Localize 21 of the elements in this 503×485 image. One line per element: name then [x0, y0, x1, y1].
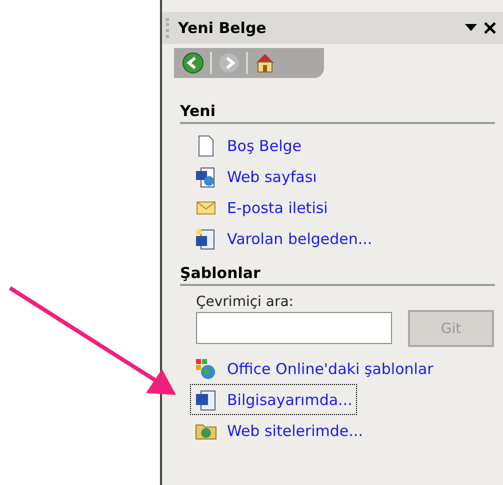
task-link[interactable]: Office Online'daki şablonlar [190, 353, 438, 384]
task-link[interactable]: Varolan belgeden... [190, 223, 378, 254]
office-globe-icon [195, 358, 217, 380]
pane-title: Yeni Belge [178, 19, 268, 37]
dropdown-icon[interactable] [465, 24, 477, 32]
search-field[interactable] [196, 312, 392, 344]
search-label: Çevrimiçi ara: [196, 294, 295, 310]
task-link[interactable]: Bilgisayarımda... [190, 384, 358, 415]
task-link[interactable]: Boş Belge [190, 130, 306, 161]
word-globe-icon [195, 166, 217, 188]
close-icon[interactable] [483, 21, 497, 35]
word-document-icon [195, 388, 217, 410]
home-icon[interactable] [254, 52, 276, 74]
section-heading: Şablonlar [180, 264, 495, 286]
task-link[interactable]: Web sitelerimde... [190, 415, 368, 446]
section-heading: Yeni [180, 102, 495, 124]
task-link[interactable]: E-posta iletisi [190, 192, 333, 223]
back-icon[interactable] [182, 52, 204, 74]
grip-icon [166, 18, 172, 38]
task-link[interactable]: Web sayfası [190, 161, 322, 192]
word-document-icon [195, 228, 217, 250]
